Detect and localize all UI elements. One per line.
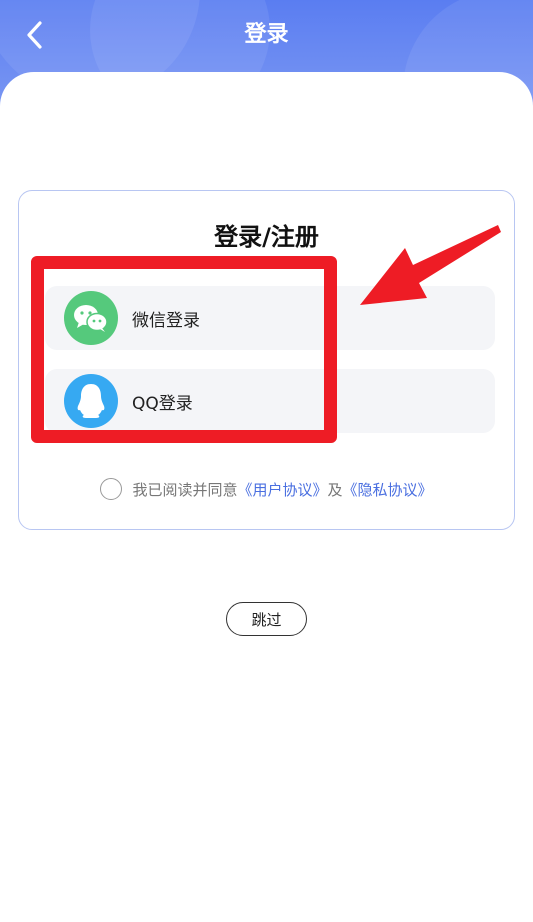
card-title: 登录/注册 [214, 223, 319, 251]
qq-login-label: QQ登录 [132, 393, 193, 414]
qq-penguin-icon [64, 374, 118, 428]
page-title: 登录 [244, 22, 289, 47]
skip-button[interactable]: 跳过 [226, 602, 307, 636]
qq-login-button[interactable]: QQ登录 [45, 369, 495, 433]
agreement-checkbox[interactable] [100, 478, 123, 500]
wechat-login-label: 微信登录 [132, 310, 200, 331]
privacy-policy-link[interactable]: 《隐私协议》 [343, 479, 433, 500]
agreement-text: 我已阅读并同意 [132, 480, 238, 499]
login-card: 登录/注册 微信登录 QQ登录 我已阅读并同意 《用户协议》 及 《隐私协议》 [18, 190, 515, 530]
agreement-joiner: 及 [327, 480, 343, 499]
wechat-login-button[interactable]: 微信登录 [45, 286, 495, 350]
agreement-row: 我已阅读并同意 《用户协议》 及 《隐私协议》 [19, 477, 514, 501]
wechat-icon [64, 291, 118, 345]
user-agreement-link[interactable]: 《用户协议》 [237, 479, 327, 500]
